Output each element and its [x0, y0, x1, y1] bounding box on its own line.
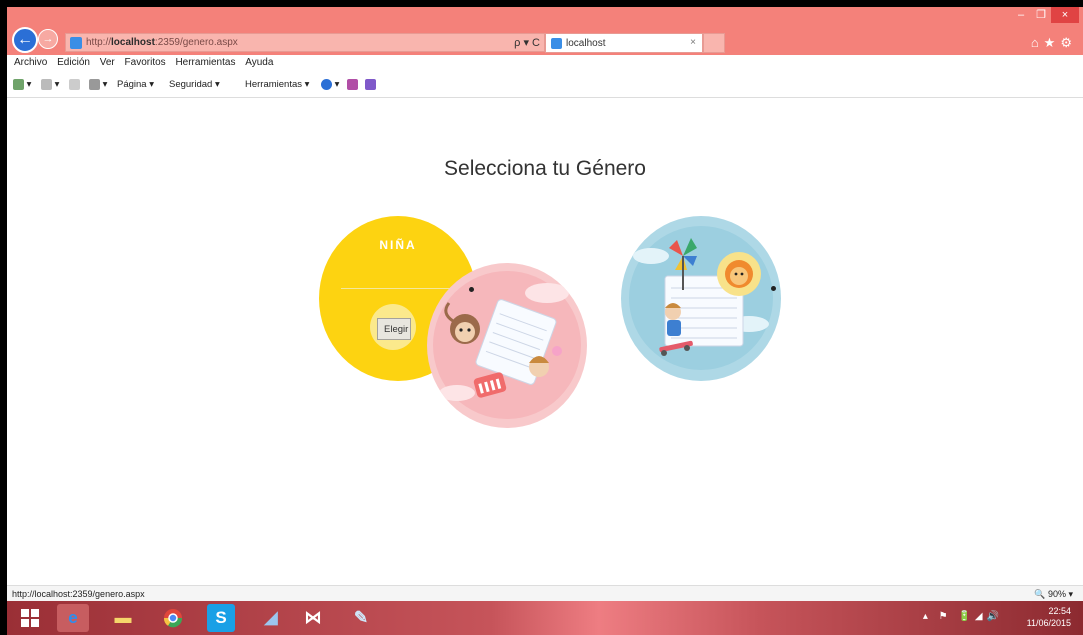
maximize-button[interactable]: ❐ — [1031, 7, 1051, 23]
date: 11/06/2015 — [1026, 618, 1071, 628]
page-title: Selecciona tu Género — [444, 157, 646, 180]
close-button[interactable]: × — [1051, 7, 1079, 23]
menu-ver[interactable]: Ver — [100, 55, 115, 71]
girl-illustration[interactable] — [427, 263, 587, 428]
title-bar: ← → http://localhost:2359/genero.aspx ρ … — [7, 7, 1083, 55]
dot — [469, 287, 474, 292]
menu-herramientas-cmd[interactable]: Herramientas ▾ — [245, 79, 309, 90]
clock[interactable]: 22:54 11/06/2015 — [1027, 605, 1071, 629]
site-favicon-icon — [70, 37, 82, 49]
chrome-icon[interactable] — [157, 604, 189, 632]
home-favorites-settings-icons[interactable]: ⌂★⚙ — [1031, 35, 1077, 51]
paint-icon[interactable]: ✎ — [345, 604, 377, 632]
system-tray-icons[interactable]: ▴ ⚑ 🔋◢🔊 — [923, 611, 1003, 622]
command-bar: ▾ ▾ ▾ Página ▾ Seguridad ▾ Herramientas … — [7, 71, 1083, 98]
boy-illustration[interactable] — [621, 216, 781, 381]
help-icon[interactable]: ▾ — [321, 79, 339, 90]
status-bar: http://localhost:2359/genero.aspx 🔍 90% … — [7, 585, 1083, 602]
internet-explorer-icon[interactable]: e — [57, 604, 89, 632]
address-bar[interactable]: http://localhost:2359/genero.aspx ρ ▾ C — [65, 33, 545, 52]
tab-favicon-icon — [551, 38, 562, 49]
file-explorer-icon[interactable]: ▬ — [107, 604, 139, 632]
forward-button[interactable]: → — [38, 29, 58, 49]
tab-close-icon[interactable]: × — [690, 37, 696, 48]
app-icon[interactable]: ◢ — [255, 604, 287, 632]
address-url: http://localhost:2359/genero.aspx — [86, 37, 238, 48]
visual-studio-icon[interactable]: ⋈ — [297, 604, 329, 632]
new-tab-button[interactable] — [703, 33, 725, 53]
dot — [771, 286, 776, 291]
research-icon[interactable] — [347, 79, 358, 90]
skype-icon[interactable]: S — [207, 604, 235, 632]
feeds-icon[interactable]: ▾ — [41, 79, 59, 90]
zoom-level[interactable]: 🔍 90% ▾ — [1034, 589, 1073, 600]
search-refresh-icons[interactable]: ρ ▾ C — [514, 36, 540, 49]
menu-archivo[interactable]: Archivo — [14, 55, 47, 71]
print-icon[interactable]: ▾ — [89, 79, 107, 90]
divider — [341, 288, 461, 289]
time: 22:54 — [1048, 606, 1071, 616]
menu-pagina[interactable]: Página ▾ — [117, 79, 154, 90]
menu-ayuda[interactable]: Ayuda — [245, 55, 273, 71]
menu-favoritos[interactable]: Favoritos — [125, 55, 166, 71]
home-icon[interactable]: ▾ — [13, 79, 31, 90]
tab-localhost[interactable]: localhost × — [545, 33, 703, 53]
menu-edicion[interactable]: Edición — [57, 55, 90, 71]
menu-seguridad[interactable]: Seguridad ▾ — [169, 79, 220, 90]
translate-icon[interactable] — [365, 79, 376, 90]
mail-icon[interactable] — [69, 79, 80, 90]
girl-illustration-art — [433, 271, 581, 419]
taskbar: e ▬ S ◢ ⋈ ✎ ▴ ⚑ 🔋◢🔊 22:54 11/06/2015 — [7, 601, 1083, 635]
minimize-button[interactable]: – — [1011, 7, 1031, 23]
status-url: http://localhost:2359/genero.aspx — [12, 589, 145, 599]
nina-label: NIÑA — [379, 238, 417, 252]
menu-herramientas[interactable]: Herramientas — [175, 55, 235, 71]
browser-window: ← → http://localhost:2359/genero.aspx ρ … — [7, 7, 1083, 635]
elegir-button[interactable]: Elegir — [377, 318, 411, 340]
boy-illustration-art — [629, 226, 773, 370]
menu-bar: Archivo Edición Ver Favoritos Herramient… — [7, 55, 1083, 71]
back-button[interactable]: ← — [12, 27, 38, 53]
windows-start-icon[interactable] — [13, 604, 47, 632]
tab-title: localhost — [566, 38, 606, 49]
